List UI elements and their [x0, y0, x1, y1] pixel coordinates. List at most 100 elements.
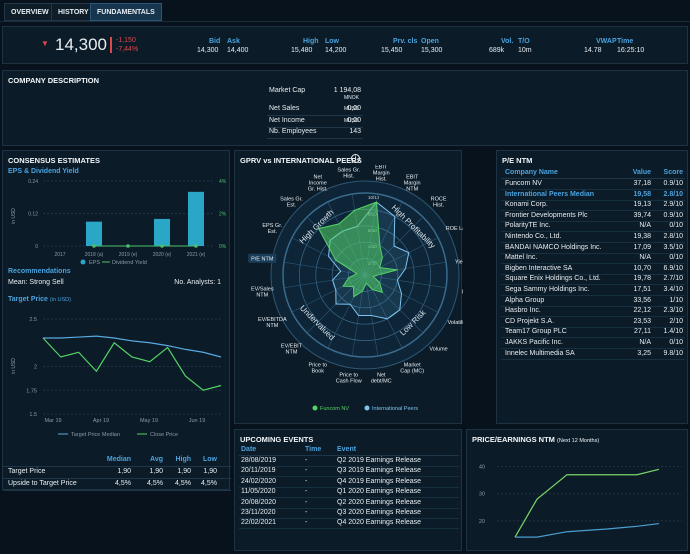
table-cell: 1,90	[203, 468, 217, 475]
x-tick-label: May 19	[140, 418, 158, 424]
quote-field-value: 14,300	[197, 47, 219, 54]
event-time: -	[305, 519, 308, 527]
company-name-cell[interactable]: JAKKS Pacific Inc.	[505, 339, 563, 346]
event-time: -	[305, 467, 308, 475]
event-time: -	[305, 509, 308, 516]
company-name-cell[interactable]: Hasbro Inc.	[505, 307, 541, 314]
x-tick-label: 2018 (a)	[85, 252, 104, 258]
legend-funcom-label: Funcom NV	[320, 406, 349, 412]
radar-axis-label[interactable]: Net debt/MC	[371, 373, 392, 385]
company-name-cell[interactable]: Innelec Multimedia SA	[505, 350, 575, 357]
quote-field-value: 14,200	[325, 47, 347, 54]
radar-axis-label[interactable]: EV/Sales NTM	[251, 286, 274, 298]
event-name[interactable]: Q2 2020 Earnings Release	[337, 499, 421, 506]
y-tick-label: 2.5	[29, 317, 37, 323]
quote-field-value: 15,450	[381, 47, 403, 54]
info-icon[interactable]: i	[351, 154, 360, 163]
y-tick-label: 1.75	[26, 388, 37, 394]
pe-score-cell: 2.9/10	[663, 201, 683, 209]
y-tick-label: 0.24	[28, 179, 38, 185]
radar-axis-label[interactable]: ROCE Hist.	[431, 196, 447, 208]
pe-value-cell: 33,56	[633, 296, 651, 304]
quote-field-label: T/O	[518, 38, 530, 45]
company-name-cell[interactable]: Sega Sammy Holdings Inc.	[505, 286, 589, 293]
radar-axis-label[interactable]: Market Cap (MC)	[400, 363, 424, 375]
panel-title: COMPANY DESCRIPTION	[8, 76, 99, 85]
radar-axis-label[interactable]: Volatility	[448, 320, 463, 326]
event-name[interactable]: Q1 2020 Earnings Release	[337, 488, 421, 495]
legend-div-label: Dividend Yield	[112, 260, 147, 266]
company-name-cell[interactable]: BANDAI NAMCO Holdings Inc.	[505, 244, 601, 251]
target-price-unit: (in USD)	[49, 297, 71, 303]
target-price-median-line	[43, 335, 222, 358]
target-price-table: Median Avg High Low Target Price 1,90 1,90 1,90…	[3, 456, 231, 491]
col-header-value: Value	[632, 169, 651, 176]
company-name-cell[interactable]: CD Projekt S.A.	[505, 318, 554, 325]
x-tick-label: 2019 (e)	[119, 252, 138, 258]
radar-axis-label[interactable]: Net Income Gr. Hist.	[308, 174, 328, 192]
event-name[interactable]: Q4 2019 Earnings Release	[337, 478, 421, 485]
event-date: 20/11/2019	[241, 467, 276, 475]
pe-score-cell: 0/10	[669, 222, 683, 230]
company-name-cell[interactable]: Alpha Group	[505, 297, 544, 304]
radar-axis-label[interactable]: Price to Cash Flow	[336, 373, 362, 385]
table-header: Low	[203, 456, 217, 463]
legend-cp-label: Close Price	[150, 432, 178, 438]
company-name-cell[interactable]: Konami Corp.	[505, 201, 548, 208]
change-pct: -7,44%	[116, 46, 139, 53]
radar-axis-label[interactable]: EV/EBIT NTM	[281, 344, 303, 356]
event-name[interactable]: Q4 2020 Earnings Release	[337, 519, 421, 526]
row-divider	[3, 466, 231, 467]
radar-axis-label[interactable]: EPS Gr. Est.	[262, 223, 282, 235]
company-name-cell[interactable]: Nintendo Co., Ltd.	[505, 233, 561, 240]
x-tick-label: Apr 19	[93, 418, 109, 424]
y-tick-label: 30	[479, 492, 485, 498]
company-name-cell[interactable]: Mattel Inc.	[505, 254, 537, 261]
table-row-label: Target Price	[8, 468, 46, 475]
radar-axis-label[interactable]: EBIT Margin NTM	[404, 174, 421, 192]
radar-axis-label[interactable]: Beta	[462, 289, 463, 295]
radar-axis-label[interactable]: EV/EBITDA NTM	[258, 317, 287, 329]
pe-value-cell: 22,12	[633, 307, 651, 315]
tab-overview[interactable]: OVERVIEW	[4, 3, 56, 21]
company-name-cell[interactable]: International Peers Median	[505, 191, 594, 198]
legend-peers-marker	[364, 405, 370, 411]
company-name-cell[interactable]: Square Enix Holdings Co., Ltd.	[505, 275, 601, 282]
x-tick-label: Mar 19	[44, 418, 61, 424]
row-divider	[239, 455, 459, 456]
dividend-point	[126, 244, 130, 248]
panel-title: UPCOMING EVENTS	[240, 435, 314, 444]
col-header-company: Company Name	[505, 169, 558, 176]
event-name[interactable]: Q2 2019 Earnings Release	[337, 457, 421, 464]
legend-peers-label: International Peers	[372, 406, 418, 412]
radar-axis-label[interactable]: P/E NTM	[251, 257, 274, 263]
company-name-cell[interactable]: Frontier Developments Plc	[505, 212, 587, 219]
event-name[interactable]: Q3 2019 Earnings Release	[337, 467, 421, 474]
x-tick-label: 2020 (e)	[153, 252, 172, 258]
radar-axis-label[interactable]: Sales Gr. Hist.	[337, 167, 360, 179]
y2-tick-label: 4%	[219, 179, 227, 185]
target-price-label: Target Price	[8, 296, 48, 303]
radar-axis-label[interactable]: Price to Book	[308, 363, 327, 375]
tab-fundamentals[interactable]: FUNDAMENTALS	[90, 3, 162, 21]
metric-label: Market Cap	[269, 87, 306, 94]
legend-funcom-marker	[312, 405, 318, 411]
radar-axis-label[interactable]: ROE Last	[446, 226, 463, 232]
target-price-title: Target Price (in USD)	[8, 296, 71, 303]
company-name-cell[interactable]: Team17 Group PLC	[505, 328, 567, 335]
radar-axis-label[interactable]: Volume	[429, 347, 447, 353]
company-name-cell[interactable]: PolarityTE Inc.	[505, 222, 551, 229]
company-name-cell[interactable]: Bigben Interactive SA	[505, 265, 572, 272]
last-price: 14,300	[55, 35, 107, 54]
event-name[interactable]: Q3 2020 Earnings Release	[337, 509, 421, 516]
company-name-cell[interactable]: Funcom NV	[505, 180, 542, 187]
x-tick-label: 2017	[54, 252, 65, 258]
pe-score-cell: 0.9/10	[663, 180, 683, 187]
radar-axis-label[interactable]: EBIT Margin Hist.	[373, 165, 390, 182]
table-header: Median	[106, 456, 131, 463]
event-date: 23/11/2020	[241, 509, 276, 516]
radar-ring-label: 10/10	[368, 195, 380, 200]
quote-field-value: 689k	[489, 47, 505, 54]
col-header: Date	[241, 446, 257, 453]
pe-score-cell: 2.8/10	[663, 233, 683, 240]
